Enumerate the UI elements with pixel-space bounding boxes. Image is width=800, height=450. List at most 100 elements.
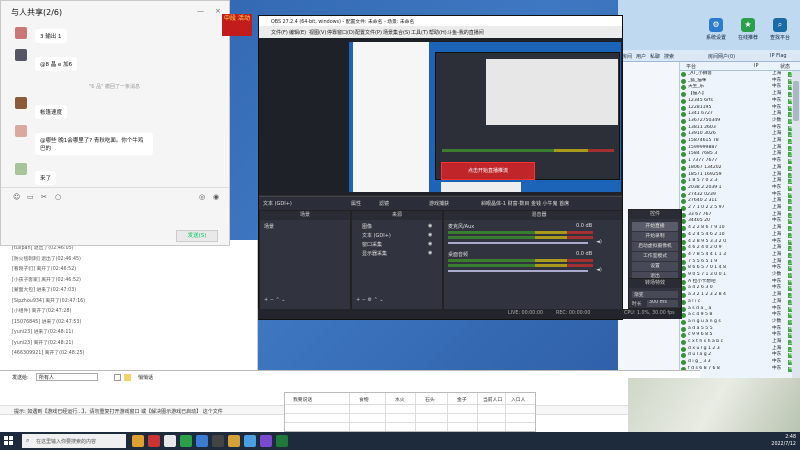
avatar[interactable] xyxy=(15,125,27,137)
taskbar-search[interactable]: ⌕ 在这里输入你要搜索的内容 xyxy=(22,434,126,448)
source-item[interactable]: 显示器采集 xyxy=(362,250,387,257)
eye-icon[interactable]: ◉ xyxy=(428,241,432,247)
filters-button[interactable]: 滤镜 xyxy=(379,200,389,207)
taskbar-app-icon[interactable] xyxy=(276,435,288,447)
obs-menu-item[interactable]: 斗鱼-我的直播间 xyxy=(447,29,484,36)
emoji-icon[interactable] xyxy=(124,374,131,381)
taskbar-app-icon[interactable] xyxy=(244,435,256,447)
obs-menu-item[interactable]: 帮助(H) xyxy=(429,29,447,36)
scenes-controls[interactable]: + − ⌃ ⌄ xyxy=(264,297,286,303)
user-row[interactable]: 13910 3026上海上 xyxy=(680,131,800,138)
volume-slider[interactable] xyxy=(448,270,588,272)
tab-search[interactable]: 搜索 xyxy=(664,53,674,60)
col-status[interactable]: 状态 xyxy=(780,63,790,70)
speaker-icon[interactable]: ◄) xyxy=(596,267,602,273)
studio-mode-button[interactable]: 工作室模式 xyxy=(632,252,678,261)
user-row[interactable]: 1 7377 7677中东中 xyxy=(680,158,800,165)
user-row[interactable]: 12281195中东中 xyxy=(680,105,800,112)
minimize-icon[interactable]: — xyxy=(197,7,204,15)
settings-button[interactable]: 设置 xyxy=(632,262,678,271)
duration-input[interactable]: 300 ms xyxy=(647,300,678,307)
user-row[interactable]: 8 6 6 5 7 0 1 4 8中东中 xyxy=(680,265,800,272)
send-button[interactable]: 发送(S) xyxy=(176,230,218,242)
user-row[interactable]: 1 8 5 7 0 2 3上海上 xyxy=(680,178,800,185)
send-to-select[interactable]: 所有人 xyxy=(36,373,98,381)
user-row[interactable]: _狐_猫咪中东中 xyxy=(680,78,800,85)
obs-taskbar-icon[interactable] xyxy=(212,435,224,447)
obs-menu-item[interactable]: 工具(T) xyxy=(411,29,428,36)
close-icon[interactable]: × xyxy=(215,7,221,15)
user-row[interactable]: 4 2 8 9 5 3 3 2 0中东中 xyxy=(680,239,800,246)
user-row[interactable]: 27432 0239中东中 xyxy=(680,192,800,199)
tab-users[interactable]: 用户 xyxy=(636,53,646,60)
user-row[interactable]: 1584 7685 3上海上 xyxy=(680,151,800,158)
user-row[interactable]: 33 67 767上海上 xyxy=(680,212,800,219)
obs-menu-item[interactable]: 文件(F) xyxy=(271,29,288,36)
user-row[interactable]: 4 2 4 5 4 6 2 10上海上 xyxy=(680,232,800,239)
user-row[interactable]: 4 2 2 8 6 7 9 10上海上 xyxy=(680,225,800,232)
chat-bubble-icon[interactable]: ○ xyxy=(55,193,61,201)
speaker-icon[interactable]: ◄) xyxy=(596,239,602,245)
user-row[interactable]: 2 7 1 0 2 2 5 97上海上 xyxy=(680,205,800,212)
obs-preview[interactable]: 点击开始直播推流 xyxy=(259,38,622,195)
tab-private[interactable]: 私聊 xyxy=(650,53,660,60)
eye-icon[interactable]: ◉ xyxy=(428,223,432,229)
user-row[interactable]: 15874615 78上海上 xyxy=(680,138,800,145)
user-row[interactable]: 1341 6727上海上 xyxy=(680,111,800,118)
taskbar-app-icon[interactable] xyxy=(180,435,192,447)
user-row[interactable]: _AT_小狮客上海上 xyxy=(680,71,800,78)
user-row[interactable]: A 拉小卡想吧中东中 xyxy=(680,279,800,286)
scissors-icon[interactable]: ✂ xyxy=(41,193,47,201)
game-capture-button[interactable]: 游戏捕获 xyxy=(429,200,449,207)
user-row[interactable]: a n g u a n g s少数少 xyxy=(680,319,800,326)
tab-rooms[interactable]: 房间 xyxy=(622,53,632,60)
start-streaming-button[interactable]: 开始直播 xyxy=(632,222,678,231)
emoji-icon[interactable]: ☺ xyxy=(13,193,20,201)
eye-icon[interactable]: ◉ xyxy=(428,250,432,256)
source-item[interactable]: 图像 xyxy=(362,223,372,230)
taskbar-app-icon[interactable] xyxy=(260,435,272,447)
user-row[interactable]: d u l a g 2中东中 xyxy=(680,352,800,359)
user-row[interactable]: 【猫人】上海上 xyxy=(680,91,800,98)
settings-button[interactable]: ⚙ 系统设置 xyxy=(706,18,726,41)
user-row[interactable]: 12345 6rfs中东中 xyxy=(680,98,800,105)
private-chat-checkbox[interactable] xyxy=(114,374,121,381)
source-item[interactable]: 窗口采集 xyxy=(362,241,382,248)
video-icon[interactable]: ◉ xyxy=(213,193,219,201)
taskbar-app-icon[interactable] xyxy=(148,435,160,447)
user-row[interactable]: 天生_乐中东中 xyxy=(680,84,800,91)
user-row[interactable]: 34405 20中东中 xyxy=(680,218,800,225)
tab-ip-flag[interactable]: IP Flag xyxy=(770,53,787,59)
user-row[interactable]: 27640 2 311上海上 xyxy=(680,198,800,205)
user-row[interactable]: 13672750349少数少 xyxy=(680,118,800,125)
find-platform-button[interactable]: ⌕ 查找平台 xyxy=(770,18,790,41)
obs-menu-item[interactable]: 编辑(E) xyxy=(289,29,306,36)
avatar[interactable] xyxy=(15,97,27,109)
user-row[interactable]: c x t h s h a b c上海上 xyxy=(680,339,800,346)
avatar[interactable] xyxy=(15,27,27,39)
transition-select[interactable]: 渐变 xyxy=(632,291,678,298)
col-ip[interactable]: IP xyxy=(754,63,759,69)
user-row[interactable]: a c 4 9 5 8中东中 xyxy=(680,312,800,319)
user-row[interactable]: a l i c上海上 xyxy=(680,299,800,306)
promo-banner[interactable]: 中段 活动 xyxy=(222,14,252,36)
volume-slider[interactable] xyxy=(448,242,588,244)
taskbar-app-icon[interactable] xyxy=(196,435,208,447)
properties-button[interactable]: 属性 xyxy=(351,200,361,207)
user-row[interactable]: d i g _ 3 3中东中 xyxy=(680,359,800,366)
user-row[interactable]: 13811 2603中东中 xyxy=(680,125,800,132)
obs-menu-item[interactable]: 停靠窗口(D) xyxy=(327,29,355,36)
user-row[interactable]: 18571 169259上海上 xyxy=(680,172,800,179)
avatar[interactable] xyxy=(15,49,27,61)
online-recommend-button[interactable]: ★ 在线推荐 xyxy=(738,18,758,41)
obs-menu-item[interactable]: 场景集合(S) xyxy=(383,29,410,36)
user-row[interactable]: 9 0 5 7 1 3 0 0 1少数少 xyxy=(680,272,800,279)
user-row[interactable]: c 9 9 6 8 5中东中 xyxy=(680,332,800,339)
col-platform[interactable]: 平台 xyxy=(686,63,696,70)
scene-item[interactable]: 场景 xyxy=(264,223,274,230)
obs-menu-item[interactable]: 视图(V) xyxy=(309,29,326,36)
taskbar-clock[interactable]: 2:48 2022/7/12 xyxy=(748,434,796,448)
user-row[interactable]: 2038 2 2039 1中东中 xyxy=(680,185,800,192)
user-list-scrollbar[interactable] xyxy=(792,71,800,381)
taskbar-app-icon[interactable] xyxy=(164,435,176,447)
